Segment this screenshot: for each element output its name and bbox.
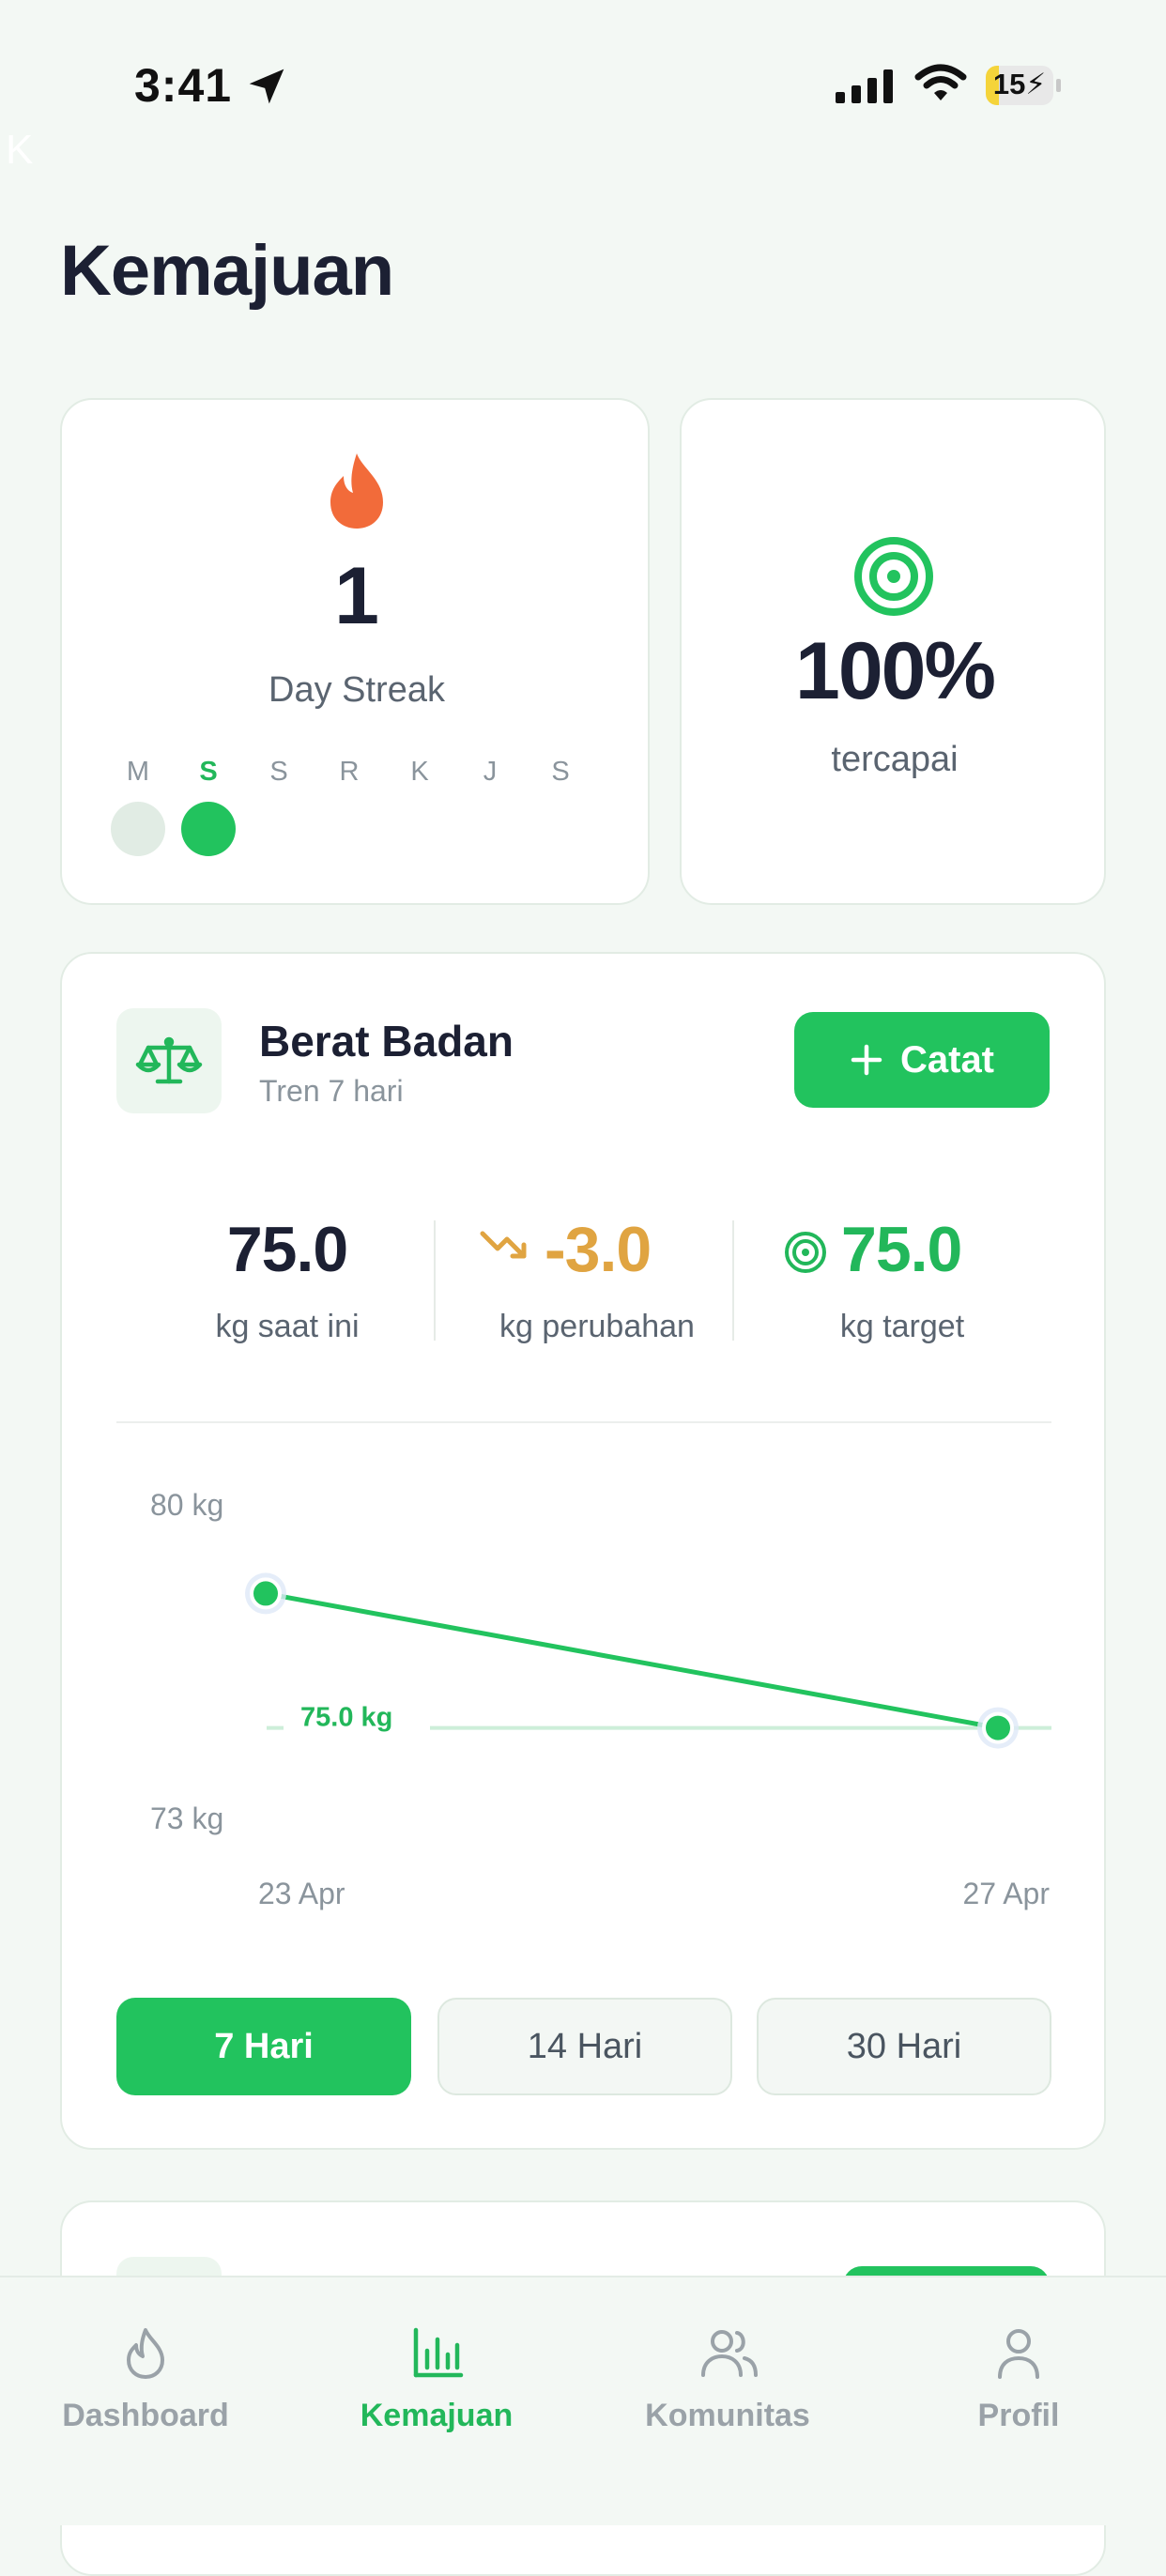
range-30-days-button[interactable]: 30 Hari bbox=[757, 1998, 1051, 2095]
tab-dashboard[interactable]: Dashboard bbox=[0, 2277, 291, 2465]
data-point bbox=[250, 1577, 282, 1610]
day-letter: K bbox=[410, 757, 429, 787]
target-icon-small bbox=[783, 1230, 828, 1280]
streak-card: 1 Day Streak M S S R K J S bbox=[60, 398, 650, 905]
battery-level: 15 bbox=[992, 68, 1026, 100]
scale-icon-box bbox=[116, 1008, 222, 1113]
day-letter: J bbox=[483, 757, 498, 787]
goal-label: tercapai bbox=[831, 740, 959, 779]
current-weight-label: kg saat ini bbox=[215, 1309, 360, 1344]
range-14-days-button[interactable]: 14 Hari bbox=[437, 1998, 732, 2095]
x-tick-label: 27 Apr bbox=[962, 1877, 1050, 1910]
bar-chart-icon bbox=[413, 2327, 464, 2378]
streak-label: Day Streak bbox=[268, 670, 445, 710]
weight-title: Berat Badan bbox=[259, 1017, 514, 1066]
day-letter: S bbox=[199, 757, 218, 787]
weight-chart: 80 kg 73 kg 75.0 kg 23 Apr 27 Apr bbox=[150, 1488, 1051, 1910]
weight-card: Berat Badan Tren 7 hari Catat 75.0 kg sa… bbox=[60, 952, 1106, 2150]
current-weight-value: 75.0 bbox=[226, 1214, 348, 1285]
tab-profil[interactable]: Profil bbox=[873, 2277, 1164, 2465]
status-time: 3:41 bbox=[134, 59, 233, 112]
page-title: Kemajuan bbox=[60, 231, 394, 311]
tab-label: Komunitas bbox=[645, 2398, 810, 2433]
goal-percent: 100% bbox=[795, 626, 996, 716]
battery-indicator: 15⚡ bbox=[986, 66, 1061, 105]
tab-kemajuan[interactable]: Kemajuan bbox=[291, 2277, 582, 2465]
flame-icon bbox=[330, 453, 383, 529]
bottom-tab-bar: Dashboard Kemajuan Komunitas Profil bbox=[0, 2276, 1166, 2525]
add-weight-button[interactable]: Catat bbox=[794, 1012, 1050, 1108]
corner-letter: K bbox=[6, 127, 34, 173]
goal-card: 100% tercapai bbox=[680, 398, 1106, 905]
plus-icon bbox=[851, 1044, 882, 1076]
stat-divider bbox=[434, 1220, 436, 1341]
tab-komunitas[interactable]: Komunitas bbox=[582, 2277, 873, 2465]
y-tick-label: 80 kg bbox=[150, 1488, 223, 1522]
day-dot-today bbox=[181, 802, 236, 856]
weight-change-label: kg perubahan bbox=[499, 1309, 695, 1344]
day-letter: S bbox=[551, 757, 570, 787]
trend-down-icon bbox=[479, 1226, 531, 1268]
day-letter: M bbox=[126, 757, 150, 787]
x-tick-label: 23 Apr bbox=[258, 1877, 345, 1910]
user-icon bbox=[998, 2329, 1039, 2379]
cellular-signal-icon bbox=[836, 69, 893, 103]
location-arrow-icon bbox=[249, 69, 284, 104]
flame-icon bbox=[127, 2328, 164, 2379]
scale-icon bbox=[135, 1036, 203, 1084]
day-dot-past bbox=[111, 802, 165, 856]
range-7-days-button[interactable]: 7 Hari bbox=[116, 1998, 411, 2095]
target-line-label: 75.0 kg bbox=[300, 1703, 392, 1733]
target-weight-value: 75.0 bbox=[841, 1214, 962, 1285]
weight-change-value: -3.0 bbox=[545, 1214, 652, 1285]
tab-label: Profil bbox=[977, 2398, 1060, 2433]
streak-count: 1 bbox=[334, 551, 379, 641]
add-weight-label: Catat bbox=[899, 1038, 995, 1081]
users-icon bbox=[701, 2330, 758, 2377]
y-tick-label: 73 kg bbox=[150, 1802, 223, 1835]
target-weight-label: kg target bbox=[839, 1309, 965, 1344]
tab-label: Kemajuan bbox=[360, 2398, 514, 2433]
day-letter: S bbox=[269, 757, 288, 787]
target-icon bbox=[854, 537, 933, 616]
data-point bbox=[982, 1711, 1014, 1744]
day-letter: R bbox=[339, 757, 360, 787]
stat-divider bbox=[732, 1220, 734, 1341]
wifi-icon bbox=[914, 64, 967, 100]
weight-subtitle: Tren 7 hari bbox=[259, 1074, 404, 1108]
tab-label: Dashboard bbox=[62, 2398, 229, 2433]
